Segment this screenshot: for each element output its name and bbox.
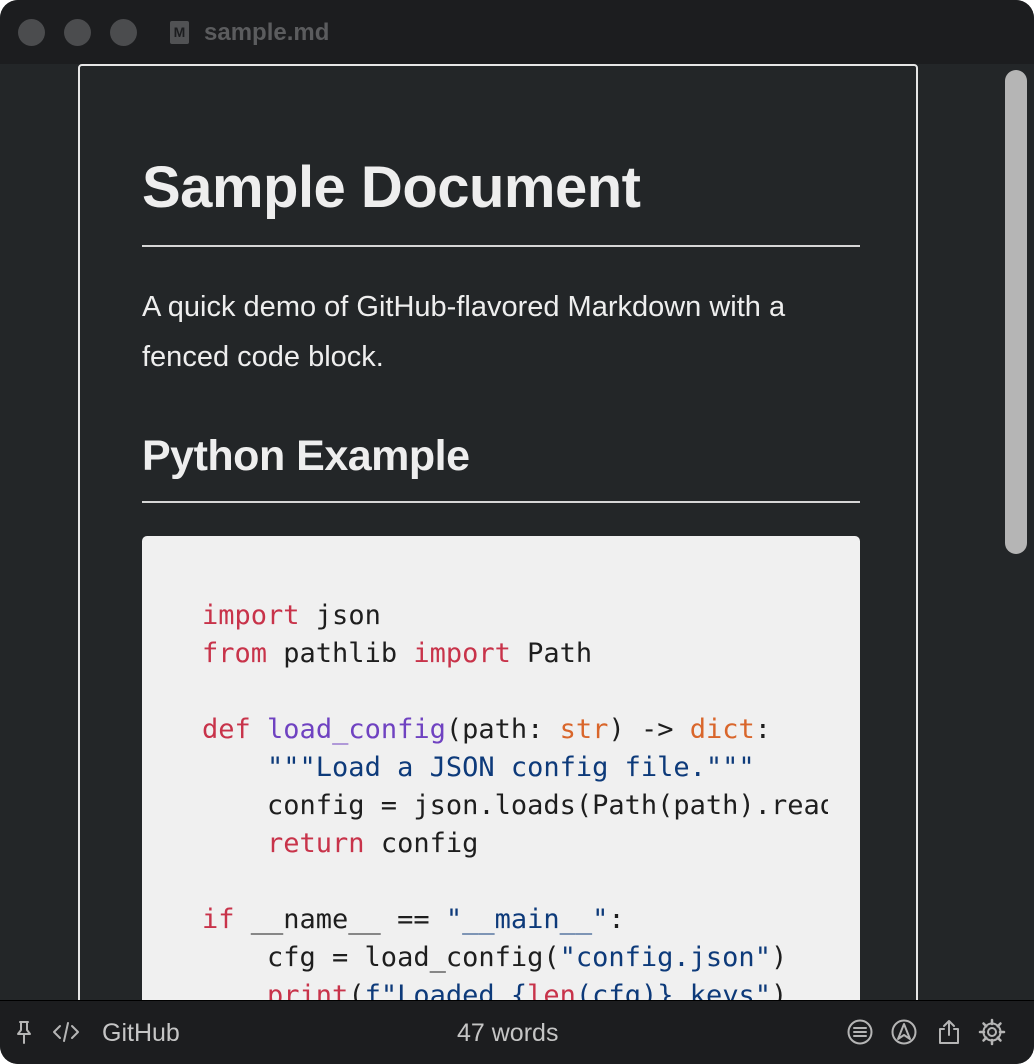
code-token: f"Loaded { — [364, 980, 528, 1000]
code-token: ) -> — [608, 714, 690, 745]
share-icon[interactable] — [935, 1018, 963, 1046]
code-line: from pathlib import Path — [202, 635, 828, 673]
code-token: (path: — [445, 714, 560, 745]
title-bar: M sample.md — [0, 0, 1034, 64]
code-line: if __name__ == "__main__": — [202, 901, 828, 939]
window-title: sample.md — [204, 19, 330, 46]
word-count: 47 words — [457, 1019, 559, 1047]
section-heading: Python Example — [142, 432, 470, 480]
code-token: if — [202, 904, 235, 935]
code-token: : — [608, 904, 625, 935]
code-token: print — [267, 980, 349, 1000]
code-token: : — [754, 714, 772, 745]
code-content: import json from pathlib import Path def … — [202, 597, 828, 1000]
code-token: """Load a JSON config file.""" — [267, 752, 755, 783]
code-token: config = json.loads(Path(path).read_text… — [267, 790, 828, 821]
code-token: "__main__" — [445, 904, 609, 935]
code-line: """Load a JSON config file.""" — [202, 749, 828, 787]
style-label[interactable]: GitHub — [102, 1017, 180, 1049]
code-token: str — [559, 714, 609, 745]
intro-paragraph: A quick demo of GitHub-flavored Markdown… — [142, 291, 786, 373]
code-token: return — [267, 828, 365, 859]
app-window: M sample.md Sample Document A quick demo… — [0, 0, 1034, 1064]
code-line: config = json.loads(Path(path).read_text… — [202, 787, 828, 825]
code-line: return config — [202, 825, 828, 863]
code-token: len — [527, 980, 576, 1000]
document-page: Sample Document A quick demo of GitHub-f… — [78, 64, 918, 1000]
code-token: def — [202, 714, 251, 745]
code-token: cfg = load_config( — [202, 942, 560, 973]
outline-icon[interactable] — [846, 1018, 874, 1046]
code-token: Path — [510, 638, 593, 669]
pin-icon[interactable] — [10, 1018, 38, 1046]
minimize-window-button[interactable] — [64, 19, 91, 46]
code-token: pathlib — [267, 638, 414, 669]
markdown-file-icon: M — [170, 21, 189, 44]
gear-icon[interactable] — [978, 1018, 1006, 1046]
status-bar: GitHub 47 words — [0, 1000, 1034, 1064]
section-divider — [142, 501, 860, 503]
navigate-icon[interactable] — [890, 1018, 918, 1046]
heading-divider — [142, 245, 860, 247]
code-token: "config.json" — [559, 942, 771, 973]
code-token: dict — [689, 714, 755, 745]
code-line: def load_config(path: str) -> dict: — [202, 711, 828, 749]
code-line: import json — [202, 597, 828, 635]
code-line: cfg = load_config("config.json") — [202, 939, 828, 977]
preview-area[interactable]: Sample Document A quick demo of GitHub-f… — [0, 64, 1034, 1000]
code-token: ( — [348, 980, 365, 1000]
code-token: import — [413, 638, 511, 669]
code-block: import json from pathlib import Path def … — [142, 536, 860, 1000]
code-token: from — [202, 638, 268, 669]
code-token: (cfg)} keys" — [575, 980, 771, 1000]
code-line: print(f"Loaded {len(cfg)} keys") — [202, 977, 828, 1000]
close-window-button[interactable] — [18, 19, 45, 46]
scrollbar-thumb[interactable] — [1005, 70, 1027, 554]
document-heading: Sample Document — [142, 155, 641, 220]
code-token: load_config — [267, 714, 446, 745]
code-icon[interactable] — [52, 1018, 80, 1046]
zoom-window-button[interactable] — [110, 19, 137, 46]
code-token: ) — [770, 942, 788, 973]
code-token: ) — [771, 980, 788, 1000]
code-token: config — [364, 828, 479, 859]
code-token: import — [202, 600, 300, 631]
code-token: json — [299, 600, 381, 631]
code-token: __name__ == — [234, 904, 446, 935]
